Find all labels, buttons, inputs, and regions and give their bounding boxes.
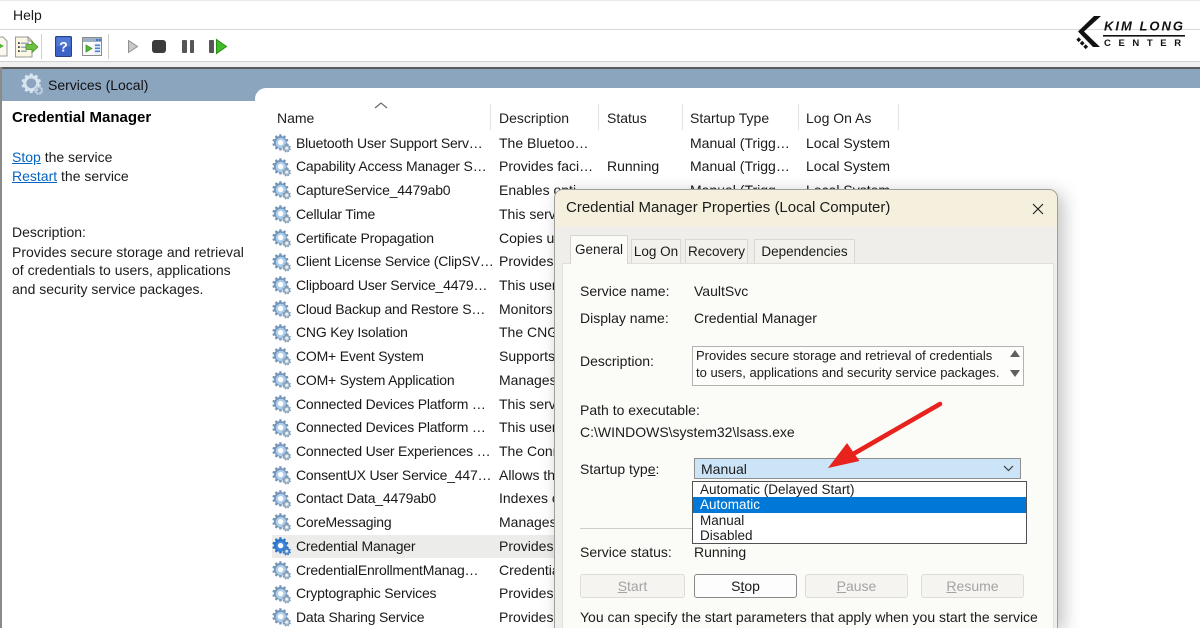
- svg-text:KIM LONG: KIM LONG: [1104, 19, 1185, 34]
- svg-text:CENTER: CENTER: [1104, 38, 1189, 49]
- svg-text:?: ?: [59, 39, 68, 55]
